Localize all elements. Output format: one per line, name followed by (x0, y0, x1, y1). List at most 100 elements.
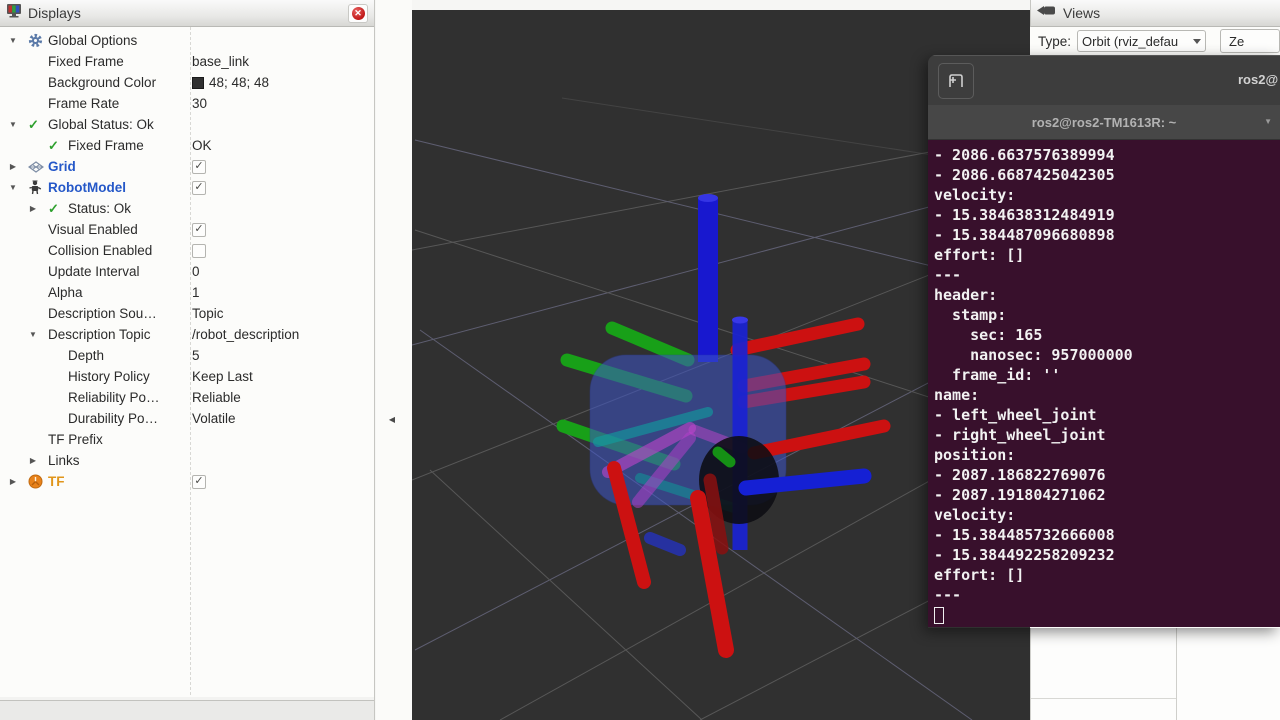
new-tab-button[interactable] (938, 63, 974, 99)
display-row-collision-enabled[interactable]: Collision Enabled (0, 240, 374, 261)
property-value[interactable]: Reliable (192, 387, 241, 408)
property-label: Fixed Frame (68, 135, 144, 156)
robot-model (563, 194, 884, 650)
display-row-update-interval[interactable]: Update Interval0 (0, 261, 374, 282)
display-row-links[interactable]: ▶ Links (0, 450, 374, 471)
display-row-visual-enabled[interactable]: Visual Enabled✓ (0, 219, 374, 240)
views-saved-list[interactable] (1030, 628, 1280, 720)
property-label: Durability Po… (68, 408, 158, 429)
property-label: Collision Enabled (48, 240, 152, 261)
checkbox-checked[interactable]: ✓ (192, 223, 206, 237)
terminal-window-title: ros2@ (1238, 72, 1280, 87)
camera-icon (1037, 4, 1057, 22)
property-value[interactable]: Keep Last (192, 366, 253, 387)
property-label: History Policy (68, 366, 150, 387)
property-value[interactable]: /robot_description (192, 324, 299, 345)
displays-close-button[interactable]: ✕ (348, 4, 368, 23)
display-row-fixed-frame[interactable]: Fixed Framebase_link (0, 51, 374, 72)
property-label: TF Prefix (48, 429, 103, 450)
display-row-durability-po[interactable]: Durability Po… Volatile (0, 408, 374, 429)
views-type-row: Type: Orbit (rviz_defau Ze (1030, 27, 1280, 55)
robot-icon (28, 180, 48, 195)
terminal-tab[interactable]: ros2@ros2-TM1613R: ~ ▼ (928, 105, 1280, 140)
display-row-tf-prefix[interactable]: TF Prefix (0, 429, 374, 450)
property-label: Links (48, 450, 80, 471)
property-label: Global Status: Ok (48, 114, 154, 135)
collapse-arrow-icon[interactable]: ▼ (26, 324, 40, 345)
chevron-down-icon (1193, 39, 1201, 44)
view-type-dropdown[interactable]: Orbit (rviz_defau (1077, 30, 1206, 52)
zero-button[interactable]: Ze (1220, 29, 1280, 53)
expand-arrow-icon[interactable]: ▶ (26, 198, 40, 219)
checkbox-checked[interactable]: ✓ (192, 160, 206, 174)
property-label: Background Color (48, 72, 156, 93)
view-type-value: Orbit (rviz_defau (1082, 34, 1191, 49)
property-label: Frame Rate (48, 93, 119, 114)
display-row-global-status-ok[interactable]: ▼ ✓Global Status: Ok (0, 114, 374, 135)
property-value[interactable]: 5 (192, 345, 200, 366)
property-value: ✓ (192, 219, 206, 240)
checkbox-checked[interactable]: ✓ (192, 475, 206, 489)
displays-panel-titlebar: Displays ✕ (0, 0, 374, 27)
display-row-global-options[interactable]: ▼ Global Options (0, 30, 374, 51)
display-row-grid[interactable]: ▶ Grid ✓ (0, 156, 374, 177)
displays-tree: ▼Global OptionsFixed Framebase_linkBackg… (0, 27, 374, 700)
expand-arrow-icon[interactable]: ▶ (6, 156, 20, 177)
display-row-robotmodel[interactable]: ▼ RobotModel ✓ (0, 177, 374, 198)
property-value[interactable]: 0 (192, 261, 200, 282)
checkbox-checked[interactable]: ✓ (192, 181, 206, 195)
color-swatch[interactable] (192, 77, 204, 89)
displays-panel-bottom-strip (0, 700, 374, 720)
property-value[interactable]: 1 (192, 282, 200, 303)
displays-panel: Displays ✕ ▼Global OptionsFixed Framebas… (0, 0, 375, 720)
property-value[interactable]: OK (192, 135, 212, 156)
display-row-description-sou[interactable]: Description Sou… Topic (0, 303, 374, 324)
terminal-output[interactable]: - 2086.6637576389994 - 2086.668742504230… (928, 140, 1280, 627)
check-icon: ✓ (48, 135, 68, 156)
display-row-tf[interactable]: ▶TF✓ (0, 471, 374, 492)
chevron-left-icon: ◀ (389, 415, 395, 424)
property-value (192, 240, 206, 261)
property-value: ✓ (192, 177, 206, 198)
property-label: Grid (48, 156, 76, 177)
views-panel-titlebar: Views (1030, 0, 1280, 27)
type-label: Type: (1038, 34, 1071, 49)
property-label: RobotModel (48, 177, 126, 198)
property-label: Depth (68, 345, 104, 366)
expand-arrow-icon[interactable]: ▶ (26, 450, 40, 471)
collapse-arrow-icon[interactable]: ▼ (6, 177, 20, 198)
checkbox-unchecked[interactable] (192, 244, 206, 258)
property-value[interactable]: 48; 48; 48 (192, 72, 269, 93)
property-value[interactable]: base_link (192, 51, 249, 72)
property-label: Alpha (48, 282, 83, 303)
collapse-arrow-icon[interactable]: ▼ (6, 114, 20, 135)
property-label: Global Options (48, 30, 137, 51)
check-icon: ✓ (28, 114, 48, 135)
display-row-fixed-frame[interactable]: ✓Fixed Frame OK (0, 135, 374, 156)
property-value: ✓ (192, 156, 206, 177)
gear-icon (28, 33, 48, 48)
display-row-background-color[interactable]: Background Color 48; 48; 48 (0, 72, 374, 93)
property-label: Description Sou… (48, 303, 157, 324)
display-row-description-topic[interactable]: ▼ Description Topic/robot_description (0, 324, 374, 345)
hide-panel-button[interactable]: ◀ (384, 408, 400, 430)
close-icon: ✕ (352, 7, 365, 20)
terminal-headerbar: ros2@ (928, 55, 1280, 105)
property-value[interactable]: 30 (192, 93, 207, 114)
property-label: Description Topic (48, 324, 151, 345)
terminal-cursor (934, 607, 944, 624)
display-row-alpha[interactable]: Alpha 1 (0, 282, 374, 303)
display-row-status-ok[interactable]: ▶✓Status: Ok (0, 198, 374, 219)
property-label: Status: Ok (68, 198, 131, 219)
property-value[interactable]: Volatile (192, 408, 236, 429)
display-row-reliability-po[interactable]: Reliability Po…Reliable (0, 387, 374, 408)
collapse-arrow-icon[interactable]: ▼ (6, 30, 20, 51)
display-row-history-policy[interactable]: History Policy Keep Last (0, 366, 374, 387)
displays-panel-title: Displays (28, 5, 348, 21)
property-value[interactable]: Topic (192, 303, 224, 324)
expand-arrow-icon[interactable]: ▶ (6, 471, 20, 492)
display-row-depth[interactable]: Depth 5 (0, 345, 374, 366)
display-row-frame-rate[interactable]: Frame Rate 30 (0, 93, 374, 114)
grid-icon (28, 161, 48, 173)
property-value: ✓ (192, 471, 206, 492)
